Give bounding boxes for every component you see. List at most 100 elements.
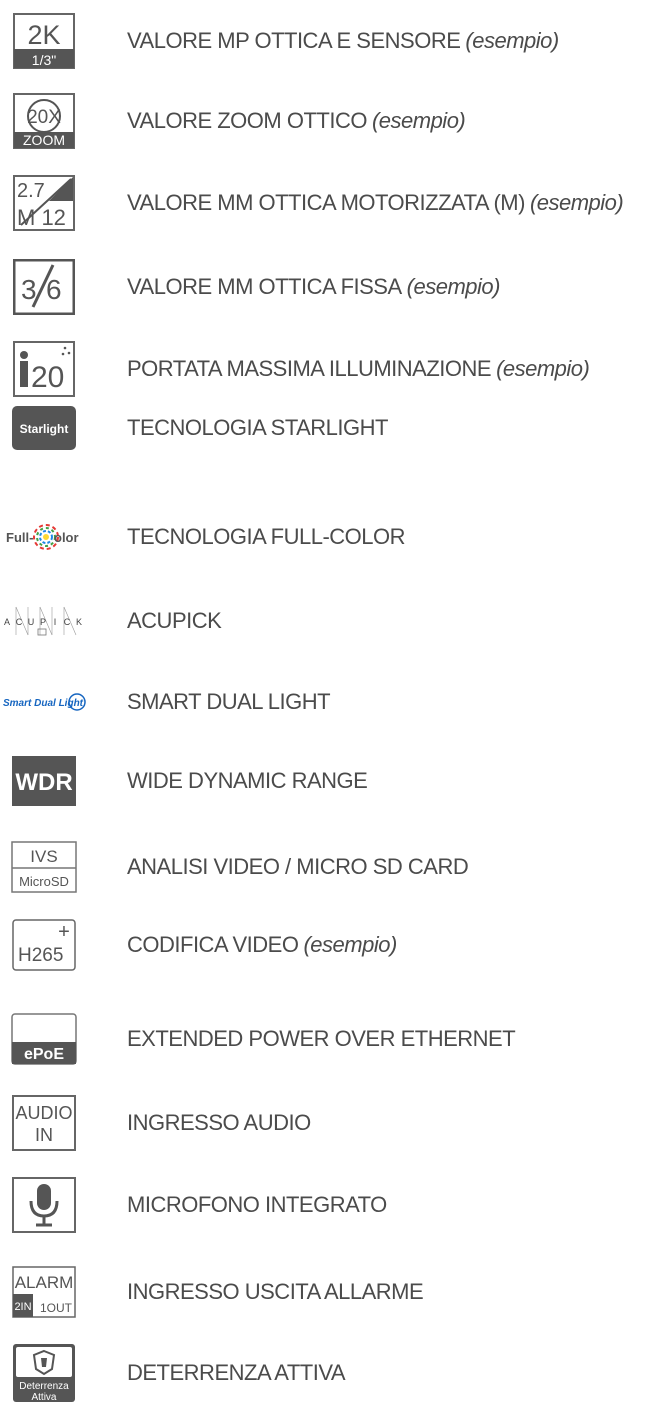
svg-text:3: 3 [21,274,37,305]
svg-text:Attiva: Attiva [31,1392,56,1403]
legend-row: + H265 CODIFICA VIDEO (esempio) [0,910,654,980]
fixed-lens-icon: 3 6 [6,257,82,317]
label-note: (esempio) [465,28,559,53]
legend-row: 3 6 VALORE MM OTTICA FISSA (esempio) [0,252,654,322]
label-text: ACUPICK [127,608,222,633]
feature-legend: 2K 1/3" VALORE MP OTTICA E SENSORE (esemp… [0,0,654,1405]
epoe-icon: ePoE [6,1009,82,1069]
svg-text:Smart Dual Light: Smart Dual Light [3,698,84,709]
legend-label: MICROFONO INTEGRATO [127,1192,387,1218]
svg-text:H265: H265 [18,945,63,966]
active-deterrence-icon: Deterrenza Attiva [6,1343,82,1403]
legend-label: VALORE MM OTTICA MOTORIZZATA (M) (esempio… [127,190,624,216]
svg-text:ALARM: ALARM [15,1273,74,1292]
label-text: EXTENDED POWER OVER ETHERNET [127,1026,516,1051]
label-text: VALORE MM OTTICA FISSA [127,274,402,299]
svg-text:1OUT: 1OUT [40,1301,73,1315]
legend-label: VALORE MP OTTICA E SENSORE (esempio) [127,28,559,54]
alarm-io-icon: ALARM 2IN 1OUT [6,1262,82,1322]
legend-label: CODIFICA VIDEO (esempio) [127,932,397,958]
label-note: (esempio) [371,108,466,133]
svg-text:K: K [76,617,82,627]
legend-label: PORTATA MASSIMA ILLUMINAZIONE (esempio) [127,356,590,382]
label-note: (esempio) [303,932,397,957]
legend-row: Smart Dual Light SMART DUAL LIGHT [0,667,654,737]
svg-text:20: 20 [31,361,64,394]
svg-text:Deterrenza: Deterrenza [19,1381,69,1392]
label-text: WIDE DYNAMIC RANGE [127,768,368,793]
legend-row: Deterrenza Attiva DETERRENZA ATTIVA [0,1338,654,1408]
legend-row: AUDIO IN INGRESSO AUDIO [0,1088,654,1158]
svg-text:U: U [28,617,35,627]
svg-text:IN: IN [35,1125,53,1145]
legend-label: WIDE DYNAMIC RANGE [127,768,368,794]
label-text: VALORE ZOOM OTTICO [127,108,367,133]
svg-text:2IN: 2IN [14,1301,31,1313]
svg-text:WDR: WDR [15,769,72,796]
svg-text:20X: 20X [27,107,61,128]
legend-row: ePoE EXTENDED POWER OVER ETHERNET [0,1004,654,1074]
legend-row: Starlight TECNOLOGIA STARLIGHT [0,393,654,463]
svg-text:AUDIO: AUDIO [15,1103,72,1123]
label-text: VALORE MP OTTICA E SENSORE [127,28,461,53]
legend-label: ACUPICK [127,608,222,634]
legend-row: 2K 1/3" VALORE MP OTTICA E SENSORE (esemp… [0,6,654,76]
svg-text:I: I [54,617,57,627]
resolution-sensor-icon: 2K 1/3" [6,11,82,71]
full-color-icon: Full- olor [6,507,82,567]
svg-text:Full-: Full- [6,530,33,545]
legend-label: VALORE MM OTTICA FISSA (esempio) [127,274,500,300]
legend-row: Full- olor TECNOLOGIA FULL-COLOR [0,502,654,572]
svg-text:2K: 2K [27,20,60,50]
legend-row: 20X ZOOM VALORE ZOOM OTTICO (esempio) [0,86,654,156]
label-text: INGRESSO AUDIO [127,1110,311,1135]
optical-zoom-icon: 20X ZOOM [6,91,82,151]
svg-text:Starlight: Starlight [20,422,69,436]
ir-range-icon: 20 [6,339,82,399]
legend-row: 2.7 M 12 VALORE MM OTTICA MOTORIZZATA (M… [0,168,654,238]
svg-text:ZOOM: ZOOM [23,132,65,148]
svg-text:M 12: M 12 [17,205,66,230]
legend-label: INGRESSO USCITA ALLARME [127,1279,424,1305]
svg-text:C: C [16,617,23,627]
acupick-icon: A C U P I C K [2,591,84,651]
label-text: MICROFONO INTEGRATO [127,1192,387,1217]
legend-label: EXTENDED POWER OVER ETHERNET [127,1026,516,1052]
svg-text:1/3": 1/3" [32,52,56,68]
svg-text:IVS: IVS [30,847,57,866]
label-note: (esempio) [406,274,501,299]
legend-row: WDR WIDE DYNAMIC RANGE [0,746,654,816]
microphone-icon [6,1175,82,1235]
motorized-lens-icon: 2.7 M 12 [6,173,82,233]
label-text: CODIFICA VIDEO [127,932,299,957]
svg-text:+: + [58,921,70,943]
svg-text:MicroSD: MicroSD [19,874,69,889]
svg-text:C: C [64,617,71,627]
label-text: ANALISI VIDEO / MICRO SD CARD [127,854,469,879]
svg-text:6: 6 [46,274,62,305]
audio-in-icon: AUDIO IN [6,1093,82,1153]
legend-row: ALARM 2IN 1OUT INGRESSO USCITA ALLARME [0,1257,654,1327]
legend-row: MICROFONO INTEGRATO [0,1170,654,1240]
label-note: (esempio) [496,356,590,381]
label-text: TECNOLOGIA FULL-COLOR [127,524,406,549]
svg-text:olor: olor [54,530,79,545]
label-text: DETERRENZA ATTIVA [127,1360,346,1385]
svg-text:2.7: 2.7 [17,180,45,202]
wdr-icon: WDR [6,751,82,811]
label-note: (esempio) [529,190,624,215]
label-text: SMART DUAL LIGHT [127,689,331,714]
svg-text:P: P [40,617,46,627]
svg-text:A: A [4,617,10,627]
legend-label: ANALISI VIDEO / MICRO SD CARD [127,854,469,880]
legend-label: SMART DUAL LIGHT [127,689,331,715]
starlight-icon: Starlight [6,398,82,458]
codec-icon: + H265 [6,915,82,975]
label-text: INGRESSO USCITA ALLARME [127,1279,424,1304]
svg-text:ePoE: ePoE [24,1046,64,1063]
legend-row: IVS MicroSD ANALISI VIDEO / MICRO SD CAR… [0,832,654,902]
label-text: TECNOLOGIA STARLIGHT [127,415,388,440]
ivs-microsd-icon: IVS MicroSD [6,837,82,897]
legend-label: TECNOLOGIA FULL-COLOR [127,524,406,550]
legend-label: DETERRENZA ATTIVA [127,1360,346,1386]
